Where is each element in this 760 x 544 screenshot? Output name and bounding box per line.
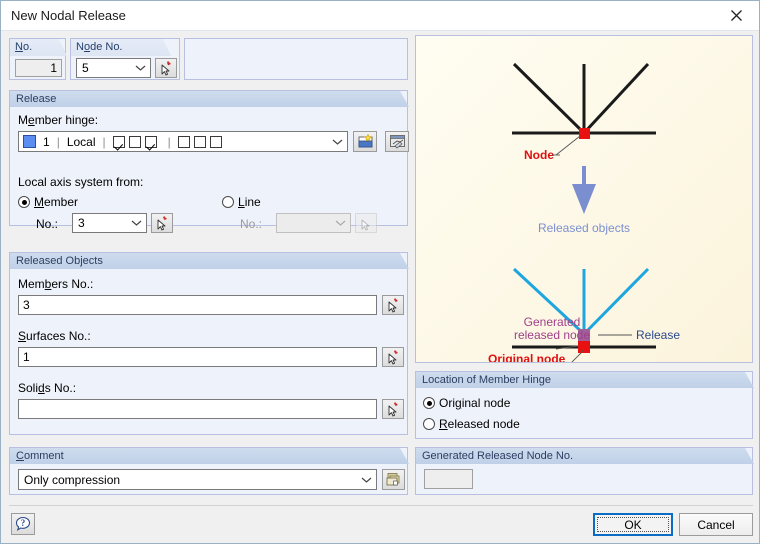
svg-text:?: ? [21, 518, 26, 528]
radio-released-node-dot [423, 418, 435, 430]
pick-member-icon[interactable] [151, 213, 173, 233]
hinge-number: 1 [43, 134, 50, 149]
radio-member-label: Member [34, 195, 79, 209]
hinge-system: Local [66, 134, 96, 149]
line-no-combo [276, 213, 351, 233]
preview-release-label: Release [636, 328, 680, 342]
hinge-checkbox-uy [128, 135, 141, 148]
radio-line-label: Line [238, 195, 261, 209]
hinge-separator-1: | [56, 134, 60, 149]
node-no-group: Node No. 5 [70, 38, 180, 80]
member-no-value: 3 [78, 216, 85, 230]
footer-divider [9, 505, 753, 506]
radio-original-node[interactable]: Original node [423, 396, 510, 410]
members-no-input[interactable]: 3 [18, 295, 377, 315]
preview-panel: Node Released objects Generated released… [415, 35, 753, 367]
preview-node-label: Node [524, 148, 554, 162]
member-no-combo[interactable]: 3 [72, 213, 147, 233]
member-hinge-value: 1 | Local | | [23, 132, 226, 151]
member-hinge-label: Member hinge: [18, 113, 99, 127]
surfaces-no-label: Surfaces No.: [18, 329, 91, 343]
radio-original-node-dot [423, 397, 435, 409]
pick-node-icon[interactable] [155, 58, 177, 78]
release-group: Release Member hinge: 1 | Local | | Loca… [9, 90, 409, 233]
new-hinge-icon[interactable] [353, 131, 377, 152]
radio-member[interactable]: Member [18, 195, 78, 209]
local-axis-label: Local axis system from: [18, 175, 144, 189]
close-icon[interactable] [714, 1, 759, 29]
radio-released-node-label: Released node [439, 417, 520, 431]
comment-library-icon[interactable] [382, 469, 405, 490]
released-objects-header: Released Objects [10, 253, 409, 269]
generated-node-group: Generated Released Node No. [415, 447, 753, 495]
help-icon[interactable]: ? [11, 513, 35, 535]
generated-node-header: Generated Released Node No. [416, 448, 754, 464]
node-no-group-header: Node No. [71, 39, 171, 56]
surfaces-no-input[interactable]: 1 [18, 347, 377, 367]
node-no-value: 5 [82, 61, 89, 75]
comment-value: Only compression [24, 472, 121, 487]
hinge-checkbox-phiz [209, 135, 222, 148]
hinge-checkbox-ux [112, 135, 125, 148]
preview-arrow-label: Released objects [538, 221, 630, 235]
hinge-location-header: Location of Member Hinge [416, 372, 754, 388]
no-group-header: No. [10, 39, 67, 56]
hinge-separator-2: | [102, 134, 106, 149]
chevron-down-icon [332, 138, 343, 145]
member-no-label: No.: [36, 217, 59, 231]
nodal-release-diagram: Node Released objects Generated released… [488, 62, 680, 367]
no-field: 1 [15, 59, 62, 77]
release-group-header: Release [10, 91, 409, 107]
radio-line[interactable]: Line [222, 195, 261, 209]
preview-generated-label-1: Generated [524, 315, 581, 329]
radio-original-node-label: Original node [439, 396, 511, 410]
hinge-separator-3: | [167, 134, 171, 149]
top-empty-panel [184, 38, 408, 80]
hinge-color-swatch [23, 135, 36, 148]
members-no-label: Members No.: [18, 277, 94, 291]
hinge-checkbox-phix [177, 135, 190, 148]
hinge-checkbox-uz [144, 135, 157, 148]
pick-line-icon [355, 213, 377, 233]
ok-button[interactable]: OK [593, 513, 673, 536]
pick-solids-icon[interactable] [382, 399, 404, 419]
preview-original-label: Original node [488, 352, 566, 362]
chevron-down-icon [131, 220, 142, 227]
radio-member-dot [18, 196, 30, 208]
edit-hinge-icon[interactable] [385, 131, 409, 152]
radio-line-dot [222, 196, 234, 208]
chevron-down-icon [335, 220, 346, 227]
chevron-down-icon [361, 476, 372, 483]
no-group: No. 1 [9, 38, 66, 80]
chevron-down-icon [135, 65, 146, 72]
generated-node-field [424, 469, 473, 489]
cancel-button[interactable]: Cancel [679, 513, 753, 536]
title-bar: New Nodal Release [1, 1, 759, 31]
pick-surfaces-icon[interactable] [382, 347, 404, 367]
window-title: New Nodal Release [11, 8, 126, 23]
comment-combo[interactable]: Only compression [18, 469, 377, 490]
line-no-label: No.: [240, 217, 263, 231]
comment-group-header: Comment [10, 448, 409, 464]
comment-group: Comment Only compression [9, 447, 408, 495]
hinge-location-group: Location of Member Hinge Original node R… [415, 371, 753, 439]
ok-button-label: OK [597, 517, 669, 532]
node-no-combo[interactable]: 5 [76, 58, 151, 78]
preview-generated-label-2: released node [514, 328, 590, 342]
pick-members-icon[interactable] [382, 295, 404, 315]
solids-no-label: Solids No.: [18, 381, 77, 395]
hinge-checkbox-phiy [193, 135, 206, 148]
solids-no-input[interactable] [18, 399, 377, 419]
member-hinge-combo[interactable]: 1 | Local | | [18, 131, 348, 152]
new-nodal-release-dialog: New Nodal Release No. 1 Node No. 5 Relea [0, 0, 760, 544]
radio-released-node[interactable]: Released node [423, 417, 520, 431]
released-objects-group: Released Objects Members No.: 3 Surfaces… [9, 252, 408, 435]
